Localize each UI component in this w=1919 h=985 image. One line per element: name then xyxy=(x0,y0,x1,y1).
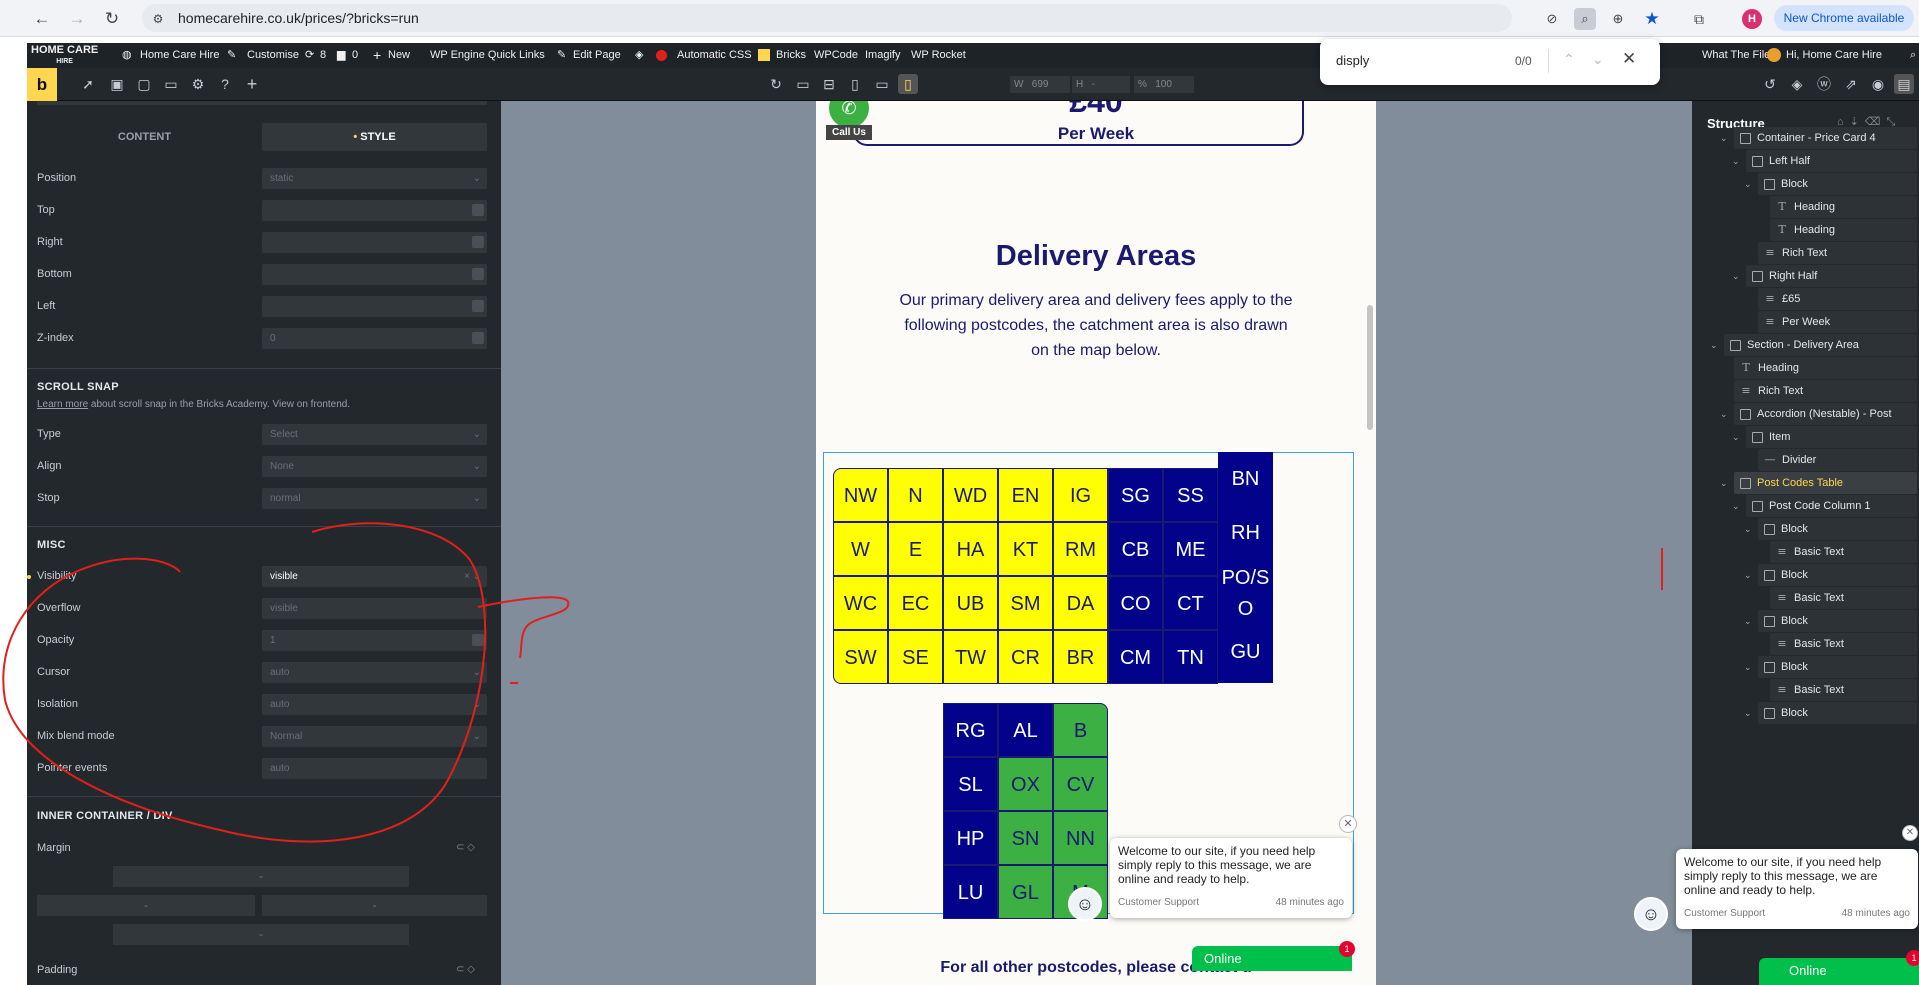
red-arrow-annotation xyxy=(477,596,570,659)
red-annotation-overlay xyxy=(2,522,1663,843)
red-circle-annotation xyxy=(2,522,487,843)
